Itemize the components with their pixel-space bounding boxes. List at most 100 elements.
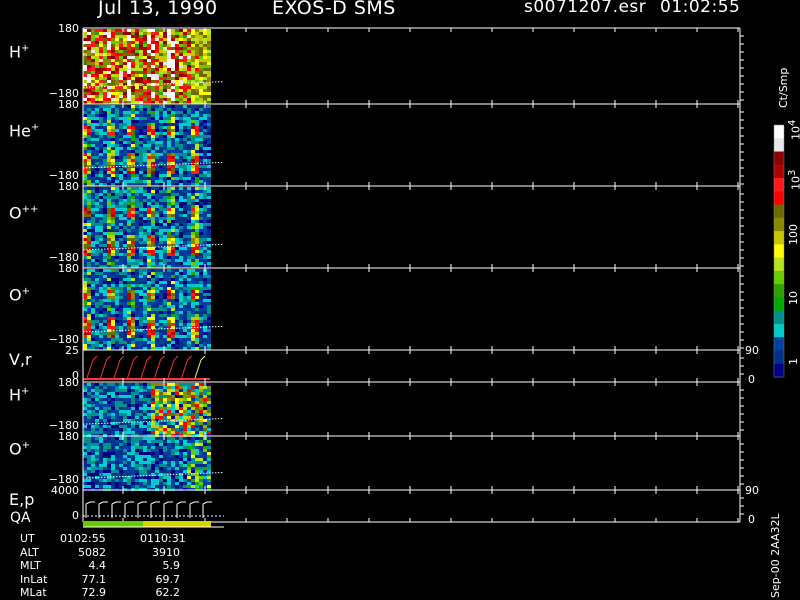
heatmap-cell xyxy=(123,461,127,464)
heatmap-cell xyxy=(83,386,87,389)
heatmap-cell xyxy=(127,123,131,126)
heatmap-cell xyxy=(131,65,135,68)
heatmap-cell xyxy=(143,208,147,211)
heatmap-cell xyxy=(127,38,131,41)
heatmap-cell xyxy=(143,458,147,461)
heatmap-cell xyxy=(179,398,183,401)
heatmap-cell xyxy=(163,95,167,98)
heatmap-cell xyxy=(123,92,127,95)
heatmap-cell xyxy=(139,29,143,32)
heatmap-cell xyxy=(207,205,211,208)
heatmap-cell xyxy=(179,220,183,223)
heatmap-cell xyxy=(203,153,207,156)
heatmap-cell xyxy=(95,413,99,416)
heatmap-cell xyxy=(195,29,199,32)
heatmap-cell xyxy=(115,253,119,256)
heatmap-cell xyxy=(103,262,107,265)
heatmap-cell xyxy=(115,68,119,71)
heatmap-cell xyxy=(191,422,195,425)
heatmap-cell xyxy=(175,461,179,464)
heatmap-cell xyxy=(99,214,103,217)
heatmap-cell xyxy=(203,120,207,123)
heatmap-cell xyxy=(143,226,147,229)
heatmap-cell xyxy=(139,452,143,455)
heatmap-cell xyxy=(167,174,171,177)
heatmap-cell xyxy=(107,120,111,123)
heatmap-cell xyxy=(107,275,111,278)
heatmap-cell xyxy=(83,68,87,71)
heatmap-cell xyxy=(127,138,131,141)
heatmap-cell xyxy=(95,211,99,214)
heatmap-cell xyxy=(171,305,175,308)
heatmap-cell xyxy=(143,202,147,205)
heatmap-cell xyxy=(91,199,95,202)
heatmap-cell xyxy=(103,44,107,47)
heatmap-cell xyxy=(123,214,127,217)
heatmap-cell xyxy=(151,53,155,56)
heatmap-cell xyxy=(167,470,171,473)
heatmap-cell xyxy=(175,241,179,244)
heatmap-cell xyxy=(147,80,151,83)
heatmap-cell xyxy=(111,461,115,464)
heatmap-cell xyxy=(175,232,179,235)
heatmap-cell xyxy=(135,41,139,44)
heatmap-cell xyxy=(115,150,119,153)
heatmap-cell xyxy=(147,117,151,120)
heatmap-cell xyxy=(119,180,123,183)
heatmap-cell xyxy=(191,223,195,226)
heatmap-cell xyxy=(167,383,171,386)
heatmap-cell xyxy=(83,153,87,156)
heatmap-cell xyxy=(183,174,187,177)
heatmap-cell xyxy=(83,180,87,183)
heatmap-cell xyxy=(195,211,199,214)
heatmap-cell xyxy=(151,302,155,305)
heatmap-cell xyxy=(183,235,187,238)
heatmap-cell xyxy=(163,320,167,323)
heatmap-cell xyxy=(99,425,103,428)
heatmap-cell xyxy=(179,71,183,74)
heatmap-cell xyxy=(171,98,175,101)
heatmap-cell xyxy=(163,59,167,62)
heatmap-cell xyxy=(115,117,119,120)
heatmap-cell xyxy=(99,135,103,138)
heatmap-cell xyxy=(199,193,203,196)
heatmap-cell xyxy=(143,217,147,220)
heatmap-cell xyxy=(91,65,95,68)
heatmap-cell xyxy=(207,323,211,326)
heatmap-cell xyxy=(135,455,139,458)
heatmap-cell xyxy=(91,425,95,428)
heatmap-cell xyxy=(135,147,139,150)
heatmap-cell xyxy=(99,383,103,386)
heatmap-cell xyxy=(139,211,143,214)
heatmap-cell xyxy=(171,168,175,171)
heatmap-cell xyxy=(99,449,103,452)
heatmap-cell xyxy=(119,162,123,165)
heatmap-cell xyxy=(175,123,179,126)
heatmap-cell xyxy=(103,281,107,284)
heatmap-cell xyxy=(91,275,95,278)
heatmap-cell xyxy=(155,443,159,446)
heatmap-cell xyxy=(127,86,131,89)
heatmap-cell xyxy=(95,202,99,205)
heatmap-cell xyxy=(155,410,159,413)
heatmap-cell xyxy=(99,117,103,120)
heatmap-cell xyxy=(179,132,183,135)
heatmap-cell xyxy=(115,314,119,317)
heatmap-cell xyxy=(135,467,139,470)
heatmap-cell xyxy=(95,404,99,407)
heatmap-cell xyxy=(151,410,155,413)
heatmap-cell xyxy=(143,38,147,41)
heatmap-cell xyxy=(167,135,171,138)
heatmap-cell xyxy=(143,95,147,98)
heatmap-cell xyxy=(183,196,187,199)
heatmap-cell xyxy=(83,464,87,467)
heatmap-cell xyxy=(171,247,175,250)
heatmap-cell xyxy=(127,299,131,302)
heatmap-cell xyxy=(119,272,123,275)
heatmap-cell xyxy=(103,395,107,398)
heatmap-cell xyxy=(83,416,87,419)
heatmap-cell xyxy=(151,461,155,464)
heatmap-cell xyxy=(139,135,143,138)
heatmap-cell xyxy=(203,281,207,284)
heatmap-cell xyxy=(127,220,131,223)
